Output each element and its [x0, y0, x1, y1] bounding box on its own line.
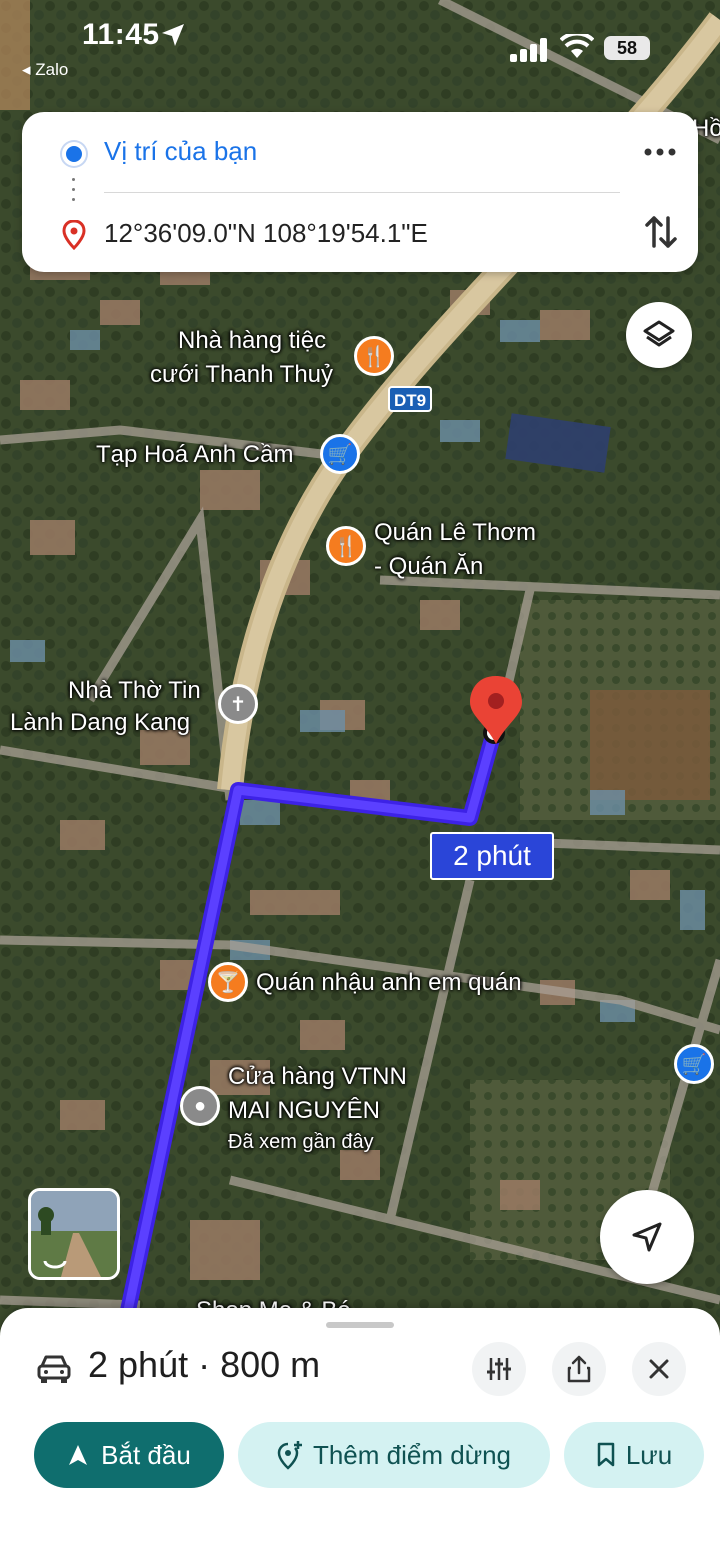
cellular-signal-icon: [510, 38, 547, 62]
trip-summary: 2 phút · 800 m: [88, 1344, 321, 1385]
poi-label-wedding-restaurant[interactable]: Nhà hàng tiệc: [178, 324, 326, 358]
share-button[interactable]: [552, 1342, 606, 1396]
save-label: Lưu: [625, 1439, 673, 1470]
back-to-app-link[interactable]: ◂ Zalo: [22, 60, 68, 80]
location-arrow-icon: [162, 24, 184, 46]
shopping-cart-icon[interactable]: 🛒: [674, 1044, 714, 1084]
route-dots-icon: [72, 178, 76, 208]
close-icon: [649, 1359, 669, 1379]
card-divider: [104, 192, 620, 193]
road-badge-dt9: DT9: [388, 386, 432, 412]
poi-label-church-2[interactable]: Lành Dang Kang: [10, 706, 190, 740]
status-bar: 11:45 ◂ Zalo 58: [0, 0, 720, 100]
poi-label-church[interactable]: Nhà Thờ Tin: [68, 674, 201, 708]
start-label: Bắt đầu: [101, 1439, 191, 1470]
cocktail-icon[interactable]: 🍸: [208, 962, 248, 1002]
recenter-button[interactable]: [600, 1190, 694, 1284]
restaurant-icon[interactable]: 🍴: [354, 336, 394, 376]
poi-label-grocery[interactable]: Tạp Hoá Anh Cầm: [96, 438, 293, 472]
add-stop-button[interactable]: Thêm điểm dừng: [238, 1422, 550, 1488]
origin-field[interactable]: Vị trí của bạn: [104, 136, 257, 167]
layers-button[interactable]: [626, 302, 692, 368]
route-duration-badge: 2 phút: [430, 832, 554, 880]
start-navigation-button[interactable]: Bắt đầu: [34, 1422, 224, 1488]
poi-label-le-thom[interactable]: Quán Lê Thơm: [374, 516, 536, 550]
church-cross-icon[interactable]: ✝: [218, 684, 258, 724]
share-icon: [567, 1355, 591, 1383]
wifi-icon: [560, 34, 594, 58]
poi-label-store[interactable]: Cửa hàng VTNN: [228, 1060, 407, 1094]
poi-label-recently-viewed: Đã xem gần đây: [228, 1131, 374, 1153]
add-location-icon: [277, 1441, 302, 1470]
origin-dot-icon: [62, 142, 86, 166]
bookmark-icon: [597, 1442, 615, 1467]
destination-pin-icon: [62, 220, 86, 250]
restaurant-icon[interactable]: 🍴: [326, 526, 366, 566]
place-pin-icon[interactable]: ●: [180, 1086, 220, 1126]
sliders-icon: [487, 1358, 511, 1380]
poi-label-store-2[interactable]: MAI NGUYÊN: [228, 1094, 380, 1128]
poi-label-wedding-restaurant-2[interactable]: cưới Thanh Thuỷ: [150, 358, 333, 392]
navigation-arrow-icon: [69, 1445, 88, 1465]
street-view-image: [31, 1191, 117, 1277]
navigation-arrow-icon: [632, 1222, 662, 1252]
shopping-cart-icon[interactable]: 🛒: [320, 434, 360, 474]
car-icon: [37, 1355, 71, 1383]
poi-label-le-thom-2[interactable]: - Quán Ăn: [374, 550, 483, 584]
route-options-button[interactable]: [472, 1342, 526, 1396]
layers-icon: [643, 320, 675, 347]
sheet-drag-handle[interactable]: [326, 1322, 394, 1328]
save-button[interactable]: Lưu: [564, 1422, 704, 1488]
street-view-thumbnail[interactable]: [28, 1188, 120, 1280]
status-time: 11:45: [82, 18, 160, 51]
close-button[interactable]: [632, 1342, 686, 1396]
swap-directions-icon[interactable]: [642, 212, 680, 252]
add-stop-label: Thêm điểm dừng: [312, 1439, 512, 1470]
more-options-icon[interactable]: [640, 134, 680, 170]
poi-label-bar[interactable]: Quán nhậu anh em quán: [256, 966, 522, 1000]
destination-field[interactable]: 12°36'09.0"N 108°19'54.1"E: [104, 218, 428, 249]
battery-indicator: 58: [604, 36, 650, 60]
